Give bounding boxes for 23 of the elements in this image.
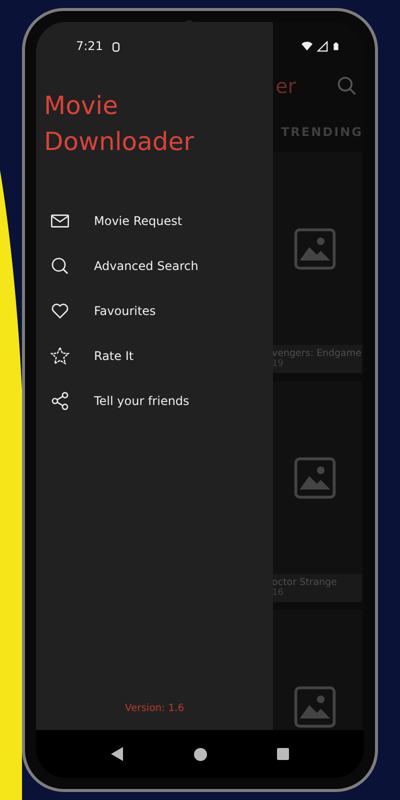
image-placeholder-icon (292, 684, 338, 730)
search-icon (50, 256, 70, 276)
share-icon (50, 390, 70, 410)
wifi-icon (301, 40, 313, 52)
drawer-menu-item[interactable]: Rate It (36, 333, 273, 378)
heart-icon (50, 300, 70, 320)
home-icon[interactable] (194, 748, 207, 760)
drawer-menu-item[interactable]: Movie Request (36, 198, 273, 243)
status-time: 7:21 (76, 38, 103, 55)
search-icon[interactable] (336, 75, 358, 97)
drawer-menu-item[interactable]: Favourites (36, 288, 273, 333)
image-placeholder-icon (292, 454, 338, 500)
notification-icon (110, 40, 121, 53)
drawer-menu-item[interactable]: Tell your friends (36, 378, 273, 423)
app-title: er (275, 73, 296, 100)
star-icon (50, 346, 70, 366)
signal-icon (317, 40, 328, 52)
drawer-menu-item[interactable]: Advanced Search (36, 243, 273, 288)
battery-icon (332, 40, 340, 52)
image-placeholder-icon (292, 226, 338, 272)
back-icon[interactable] (111, 747, 124, 761)
version-label: Version: 1.6 (124, 702, 184, 716)
app-title: Movie Downloader (44, 90, 195, 158)
